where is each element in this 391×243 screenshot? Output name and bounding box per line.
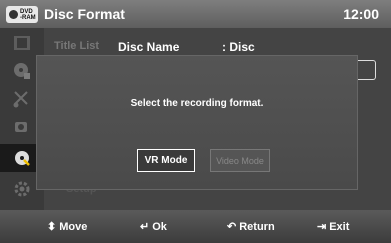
return-icon: ↶ xyxy=(227,221,237,233)
disc-name-field xyxy=(355,60,376,80)
bottom-bar: ⬍ Move ↵ Ok ↶ Return ⇥ Exit xyxy=(0,210,391,243)
return-hint: ↶ Return xyxy=(227,220,275,234)
scissors-icon[interactable] xyxy=(9,88,35,110)
dialog-message: Select the recording format. xyxy=(130,98,264,109)
format-dialog: Select the recording format. VR Mode Vid… xyxy=(36,55,358,190)
vr-mode-button[interactable]: VR Mode xyxy=(137,149,195,172)
ok-hint: ↵ Ok xyxy=(140,220,167,234)
move-label: Move xyxy=(59,220,88,233)
disc-name-label: Disc Name xyxy=(118,40,180,54)
disc-icon xyxy=(9,10,18,19)
page-title: Disc Format xyxy=(44,6,125,22)
disc-name-value: : Disc xyxy=(222,40,255,54)
title-bar: DVD -RAM Disc Format 12:00 xyxy=(0,0,391,28)
badge-text: DVD -RAM xyxy=(20,8,36,21)
gear-icon[interactable] xyxy=(9,178,35,200)
clock: 12:00 xyxy=(343,6,379,22)
return-label: Return xyxy=(239,220,275,233)
enter-icon: ↵ xyxy=(140,221,150,233)
exit-icon: ⇥ xyxy=(317,221,327,233)
title-list-label: Title List xyxy=(54,40,100,52)
move-hint: ⬍ Move xyxy=(47,220,88,234)
up-down-arrow-icon: ⬍ xyxy=(47,221,57,233)
exit-label: Exit xyxy=(329,220,350,233)
disc-plus-icon[interactable] xyxy=(9,60,35,82)
video-mode-button[interactable]: Video Mode xyxy=(210,149,270,172)
exit-hint: ⇥ Exit xyxy=(317,220,350,234)
ok-label: Ok xyxy=(152,220,167,233)
copy-icon[interactable] xyxy=(9,116,35,138)
film-icon[interactable] xyxy=(9,32,35,54)
dvd-ram-badge: DVD -RAM xyxy=(6,6,38,23)
